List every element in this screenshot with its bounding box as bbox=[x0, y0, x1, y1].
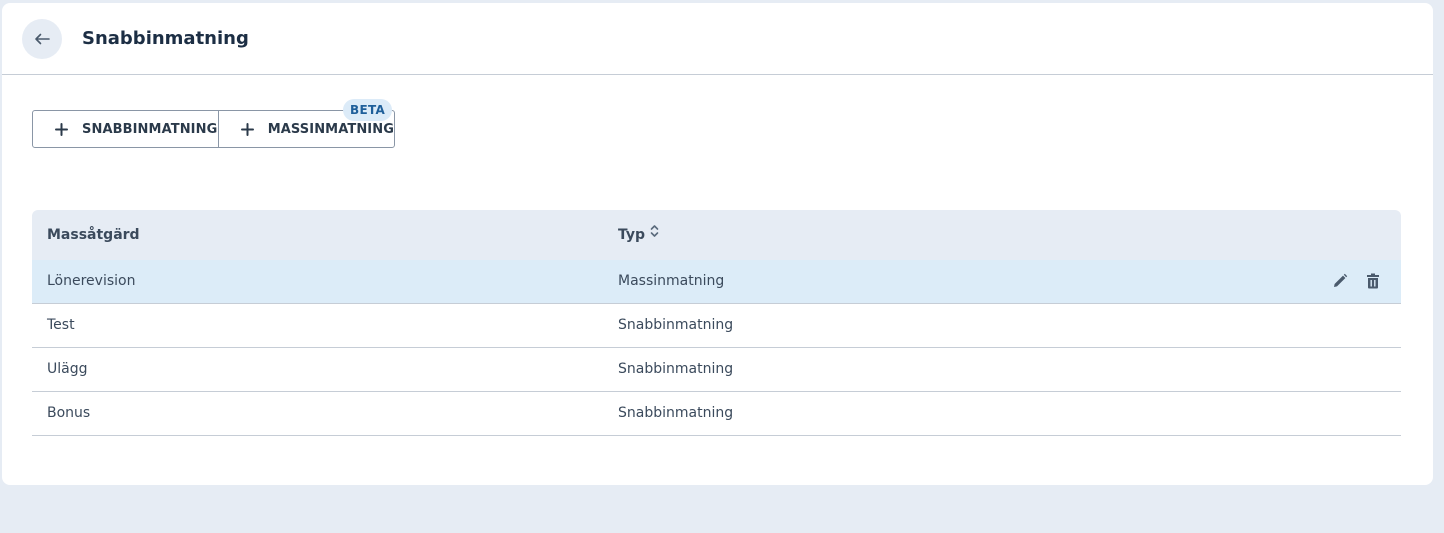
page-title: Snabbinmatning bbox=[82, 28, 249, 49]
main-card: Snabbinmatning SNABBINMATNING MASSINMATN… bbox=[2, 3, 1433, 485]
mass-actions-table: Massåtgärd Typ Lönerevision Massinmatnin… bbox=[32, 210, 1401, 436]
table-header: Massåtgärd Typ bbox=[32, 210, 1401, 260]
row-type: Snabbinmatning bbox=[618, 361, 734, 377]
beta-badge: BETA bbox=[343, 99, 393, 121]
row-name: Lönerevision bbox=[47, 273, 136, 289]
row-type: Snabbinmatning bbox=[618, 405, 734, 421]
table-row[interactable]: Bonus Snabbinmatning bbox=[32, 392, 1401, 436]
sort-icon bbox=[650, 210, 659, 260]
row-type: Massinmatning bbox=[618, 273, 725, 289]
column-header-label: Massåtgärd bbox=[47, 227, 140, 243]
plus-icon bbox=[240, 122, 254, 136]
page-header: Snabbinmatning bbox=[2, 3, 1433, 75]
entry-button-group: SNABBINMATNING MASSINMATNING bbox=[32, 110, 395, 148]
table-row[interactable]: Lönerevision Massinmatning bbox=[32, 260, 1401, 304]
back-button[interactable] bbox=[22, 19, 62, 59]
mass-entry-label: MASSINMATNING bbox=[267, 121, 394, 137]
column-header-massatgard: Massåtgärd bbox=[47, 210, 140, 260]
table-row[interactable]: Ulägg Snabbinmatning bbox=[32, 348, 1401, 392]
arrow-left-icon bbox=[34, 33, 50, 45]
row-type: Snabbinmatning bbox=[618, 317, 734, 333]
row-actions bbox=[1317, 260, 1383, 302]
table-row[interactable]: Test Snabbinmatning bbox=[32, 304, 1401, 348]
row-name: Ulägg bbox=[47, 361, 88, 377]
pencil-icon[interactable] bbox=[1330, 271, 1350, 291]
row-name: Bonus bbox=[47, 405, 91, 421]
column-header-label: Typ bbox=[618, 227, 646, 243]
trash-icon[interactable] bbox=[1363, 271, 1383, 291]
add-quick-entry-button[interactable]: SNABBINMATNING bbox=[33, 111, 219, 147]
plus-icon bbox=[55, 122, 68, 136]
quick-entry-label: SNABBINMATNING bbox=[82, 121, 218, 137]
column-header-typ[interactable]: Typ bbox=[618, 210, 659, 260]
row-name: Test bbox=[47, 317, 75, 333]
